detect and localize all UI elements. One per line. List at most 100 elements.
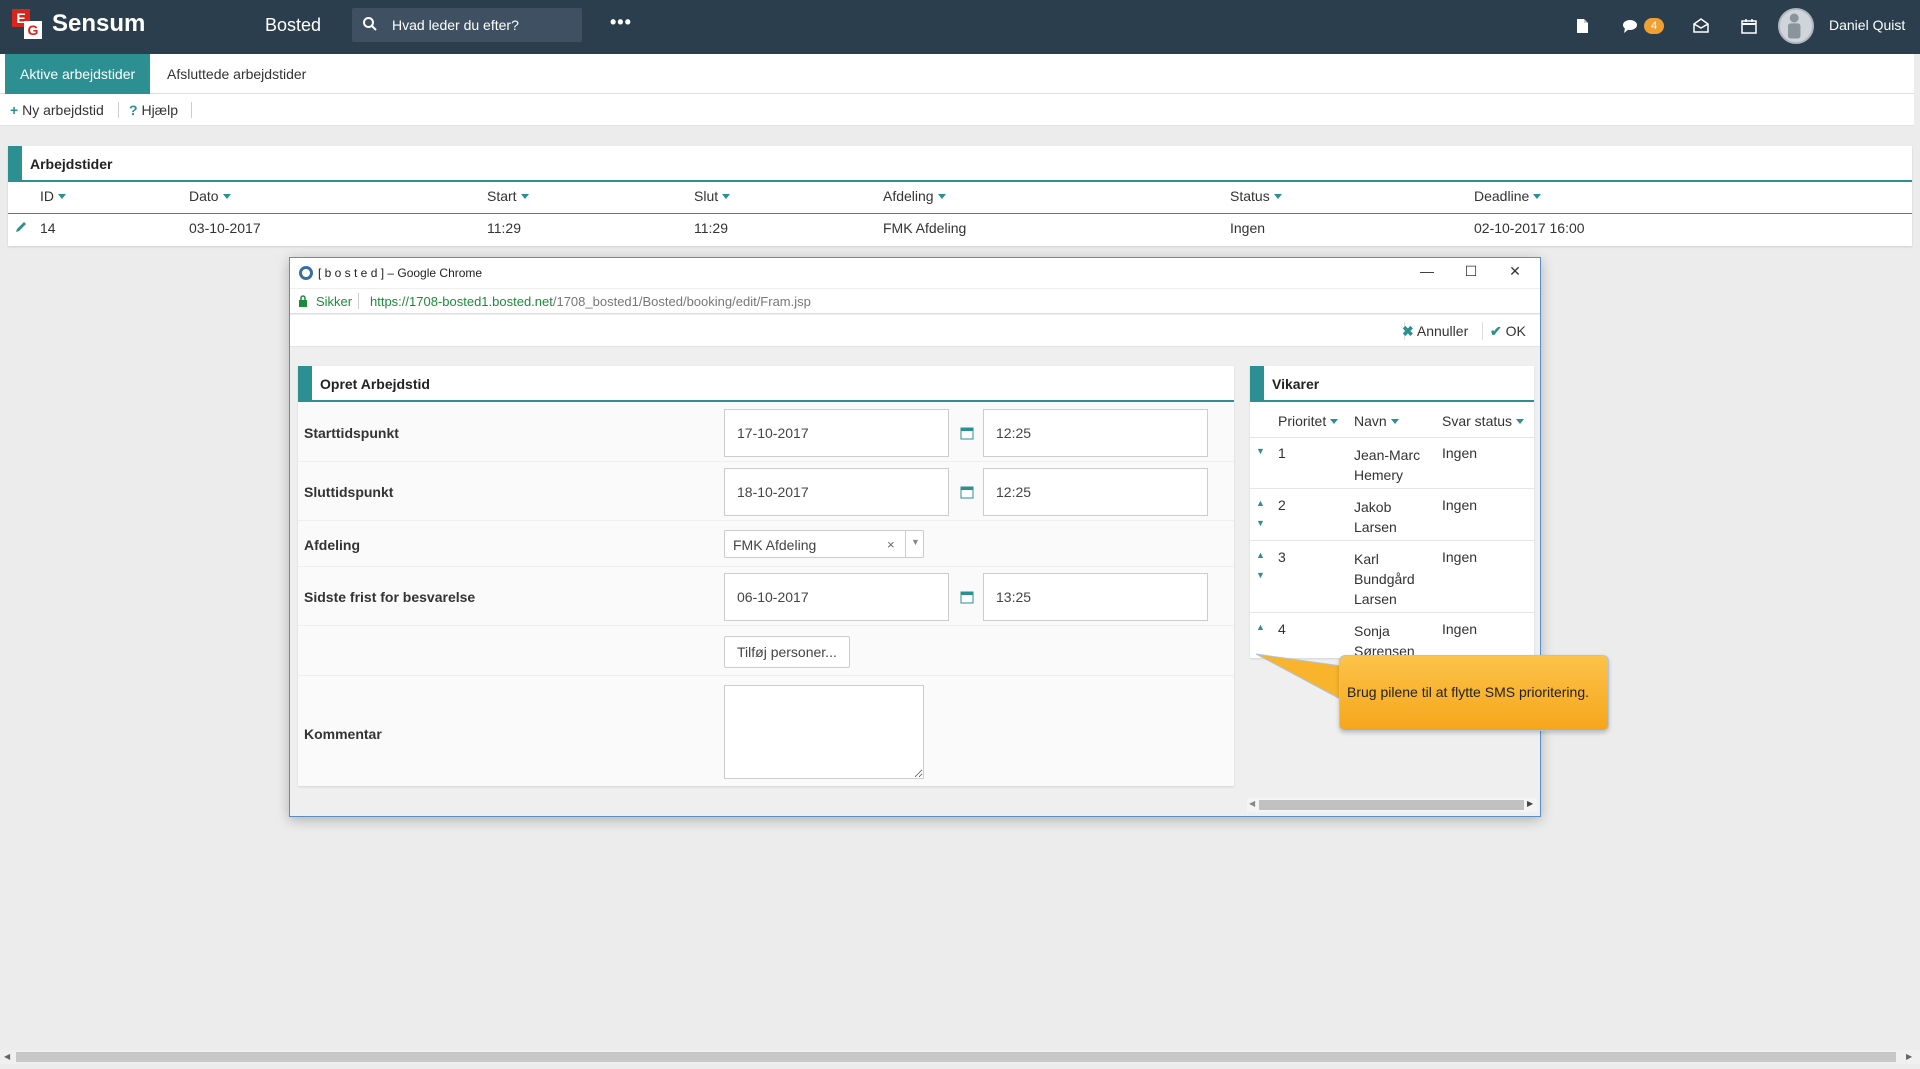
user-name[interactable]: Daniel Quist [1829,17,1905,33]
cell-start: 11:29 [487,220,521,236]
end-time-input[interactable]: 12:25 [983,468,1208,516]
question-icon: ? [129,102,138,118]
x-icon: ✖ [1402,323,1414,339]
priority-value: 2 [1278,497,1286,513]
start-date-input[interactable]: 17-10-2017 [724,409,949,457]
worktimes-panel: Arbejdstider ID Dato Start Slut Afdeling… [8,146,1912,246]
eg-logo[interactable]: EG [12,9,42,39]
popup-title-bar[interactable]: [ b o s t e d ] – Google Chrome — ☐ ✕ [290,258,1540,288]
search-input[interactable] [392,8,577,42]
column-header-deadline[interactable]: Deadline [1474,188,1542,204]
deadline-date-input[interactable]: 06-10-2017 [724,573,949,621]
start-label: Starttidspunkt [304,425,399,441]
bosted-favicon-icon [299,266,313,280]
cancel-button[interactable]: ✖ Annuller [1402,323,1468,340]
department-select[interactable]: FMK Afdeling × ▼ [724,530,924,558]
reply-status: Ingen [1442,445,1478,461]
reply-status: Ingen [1442,497,1478,513]
calendar-icon[interactable] [1739,16,1759,36]
substitutes-header: Prioritet Navn Svar status [1250,404,1534,438]
close-icon[interactable]: ✕ [1500,263,1530,283]
department-row: Afdeling FMK Afdeling × ▼ [298,525,1234,567]
top-navigation-bar: EG Sensum Bosted ••• 4 Daniel Quist [0,0,1920,54]
cell-deadline: 02-10-2017 16:00 [1474,220,1585,236]
tab-active-worktimes[interactable]: Aktive arbejdstider [5,54,151,94]
cell-id: 14 [40,220,56,236]
substitute-name: Jakob Larsen [1354,499,1397,535]
tooltip-pointer [1256,653,1343,701]
column-header-afdeling[interactable]: Afdeling [883,188,946,204]
comment-label: Kommentar [304,726,382,742]
end-time-row: Sluttidspunkt 18-10-2017 12:25 [298,463,1234,521]
deadline-row: Sidste frist for besvarelse 06-10-2017 1… [298,568,1234,626]
column-header-priority[interactable]: Prioritet [1278,413,1339,429]
help-button[interactable]: ? Hjælp [129,102,178,118]
add-persons-row: Tilføj personer... [298,630,1234,676]
popup-toolbar: ✖ Annuller ✔ OK [290,315,1540,347]
minimize-icon[interactable]: — [1412,263,1442,283]
action-toolbar: + Ny arbejdstid ? Hjælp [0,94,1914,126]
column-header-status[interactable]: Status [1230,188,1282,204]
secure-label: Sikker [316,294,353,309]
chat-icon[interactable] [1620,16,1640,36]
list-item: ▼ 1 Jean-Marc Hemery Ingen [1250,438,1534,489]
maximize-icon[interactable]: ☐ [1456,263,1486,283]
scrollbar-thumb[interactable] [1259,800,1524,810]
popup-browser-window: [ b o s t e d ] – Google Chrome — ☐ ✕ Si… [289,257,1541,817]
address-bar[interactable]: Sikker https://1708-bosted1.bosted.net/1… [290,288,1540,314]
tab-finished-worktimes[interactable]: Afsluttede arbejdstider [152,54,321,94]
cell-afdeling: FMK Afdeling [883,220,967,236]
avatar[interactable] [1778,8,1814,44]
arrow-down-icon[interactable]: ▼ [1256,570,1265,580]
arrow-up-icon[interactable]: ▲ [1256,550,1265,560]
arrow-down-icon[interactable]: ▼ [1256,518,1265,528]
arrow-up-icon[interactable]: ▲ [1256,498,1265,508]
column-header-slut[interactable]: Slut [694,188,731,204]
comment-row: Kommentar [298,680,1234,786]
column-header-start[interactable]: Start [487,188,529,204]
cell-slut: 11:29 [694,220,728,236]
module-name: Bosted [265,15,322,35]
deadline-time-input[interactable]: 13:25 [983,573,1208,621]
arrow-up-icon[interactable]: ▲ [1256,622,1265,632]
cell-status: Ingen [1230,220,1266,236]
column-header-dato[interactable]: Dato [189,188,231,204]
new-worktime-button[interactable]: + Ny arbejdstid [10,102,104,118]
chevron-down-icon[interactable]: ▼ [911,537,920,547]
substitutes-panel: Vikarer Prioritet Navn Svar status ▼ 1 J… [1250,366,1534,659]
scrollbar-thumb[interactable] [16,1052,1896,1062]
priority-value: 3 [1278,549,1286,565]
department-label: Afdeling [304,537,360,553]
column-header-name[interactable]: Navn [1354,413,1399,429]
cell-dato: 03-10-2017 [189,220,261,236]
add-persons-button[interactable]: Tilføj personer... [724,636,850,668]
end-date-input[interactable]: 18-10-2017 [724,468,949,516]
reply-status: Ingen [1442,621,1478,637]
calendar-icon[interactable] [960,485,974,499]
popup-horizontal-scrollbar[interactable]: ◀ ▶ [1247,798,1537,812]
column-header-reply-status[interactable]: Svar status [1442,413,1525,429]
create-worktime-panel: Opret Arbejdstid Starttidspunkt 17-10-20… [298,366,1234,786]
start-time-input[interactable]: 12:25 [983,409,1208,457]
list-item: ▲ ▼ 2 Jakob Larsen Ingen [1250,490,1534,541]
ok-button[interactable]: ✔ OK [1490,323,1526,340]
calendar-icon[interactable] [960,590,974,604]
create-worktime-title: Opret Arbejdstid [298,366,1234,402]
document-icon[interactable] [1572,16,1592,36]
sms-priority-tooltip: Brug pilene til at flytte SMS prioriteri… [1339,655,1609,731]
messages-count-badge: 4 [1644,18,1664,34]
pencil-edit-icon[interactable] [14,220,28,234]
column-header-id[interactable]: ID [40,188,66,204]
brand-name[interactable]: Sensum [52,10,145,38]
calendar-icon[interactable] [960,426,974,440]
deadline-label: Sidste frist for besvarelse [304,589,476,605]
search-box[interactable] [352,8,582,42]
arrow-down-icon[interactable]: ▼ [1256,446,1265,456]
clear-icon[interactable]: × [887,537,895,552]
envelope-icon[interactable] [1691,16,1711,36]
more-menu-icon[interactable]: ••• [610,12,632,33]
substitute-name: Karl Bundgård Larsen [1354,551,1415,607]
url-text[interactable]: https://1708-bosted1.bosted.net/1708_bos… [370,294,811,309]
page-horizontal-scrollbar[interactable]: ◀ ▶ [0,1050,1920,1064]
comment-textarea[interactable] [724,685,924,779]
